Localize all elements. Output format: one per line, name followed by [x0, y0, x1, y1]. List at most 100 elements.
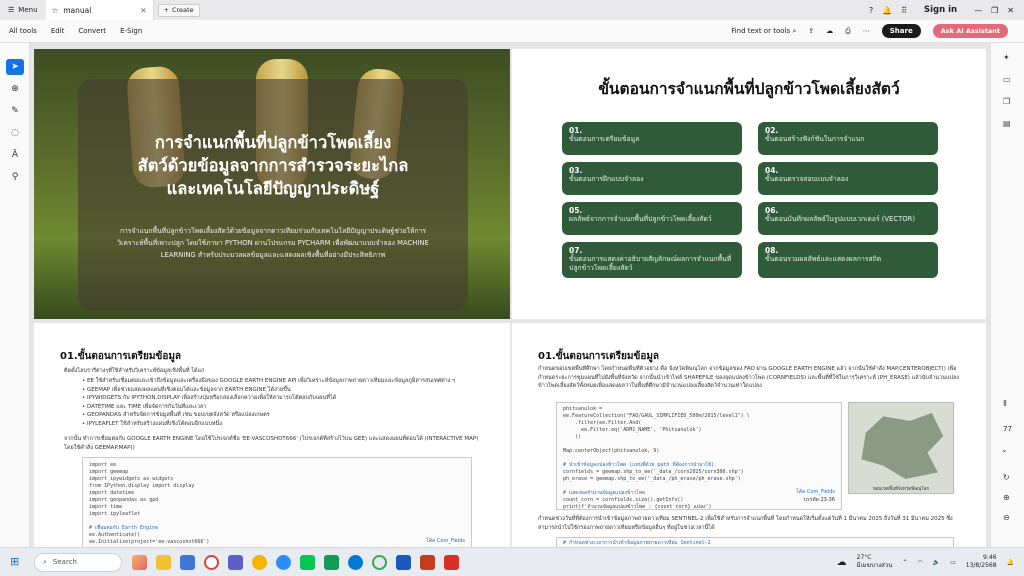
step-card: 02. ขั้นตอนสร้างฟังก์ชันในการจำแนก	[758, 122, 938, 155]
apps-grid-icon[interactable]: ⠿	[901, 6, 907, 15]
powerpoint-icon[interactable]	[420, 554, 435, 570]
pages-icon[interactable]: ▤	[1003, 119, 1011, 128]
step-text: ขั้นตอนสร้างฟังก์ชันในการจำแนก	[765, 135, 865, 143]
title-bar: ☰ Menu ☆ manual ✕ + Create ? 🔔 ⠿ Sign in…	[0, 0, 1024, 20]
tab-manual[interactable]: ☆ manual ✕	[45, 0, 154, 20]
taskbar-search[interactable]: ⌕ Search	[34, 552, 122, 572]
pen-icon[interactable]: ✎	[6, 103, 24, 119]
code-caption: โค้ด Com_Fields	[796, 489, 835, 495]
store-icon[interactable]	[180, 554, 195, 570]
hamburger-icon: ☰	[8, 6, 15, 14]
code-caption: โค้ด Com_Fields	[426, 538, 465, 544]
chrome-profile-icon[interactable]	[372, 554, 387, 570]
step-text: ขั้นตอนการเตรียมข้อมูล	[569, 135, 640, 143]
star-icon[interactable]: ☆	[52, 6, 59, 15]
acrobat-icon[interactable]	[444, 554, 459, 570]
document-canvas[interactable]: การจำแนกพื้นที่ปลูกข้าวโพดเลี้ยง สัตว์ด้…	[30, 43, 990, 547]
speaker-icon[interactable]: 🔈	[933, 559, 940, 566]
intro-text: ติดตั้งไลบรารีต่างๆที่ใช้สำหรับวิเคราะห์…	[64, 368, 205, 374]
menu-label: Menu	[18, 6, 38, 14]
close-window-icon[interactable]: ✕	[1007, 6, 1014, 15]
code-comment: # แสดงผลจำนวนข้อมูลแปลงข้าวโพด	[563, 490, 646, 496]
cover-slide: การจำแนกพื้นที่ปลูกข้าวโพดเลี้ยง สัตว์ด้…	[34, 49, 510, 319]
step-number: 07.	[569, 246, 583, 255]
print-icon[interactable]: ⎙	[845, 27, 851, 36]
text-box-icon[interactable]: Ā	[6, 147, 24, 163]
step-card: 05. ผลลัพธ์จากการจำแนกพื้นที่ปลูกข้าวโพดเ…	[562, 202, 742, 235]
zoom-icon[interactable]	[276, 554, 291, 570]
step-number: 01.	[569, 126, 583, 135]
upload-cloud-icon[interactable]: ☁	[826, 27, 833, 35]
list-item: • IPYWIDGETS กับ IPYTHON.DISPLAY เพื่อสร…	[82, 395, 337, 401]
teams-icon[interactable]	[228, 554, 243, 570]
menu-button[interactable]: ☰ Menu	[0, 0, 46, 20]
sign-in-button[interactable]: Sign in	[924, 5, 957, 15]
help-icon[interactable]: ?	[869, 6, 873, 15]
battery-icon[interactable]: ▭	[950, 559, 956, 566]
close-tab-icon[interactable]: ✕	[140, 6, 146, 15]
share-button[interactable]: Share	[881, 24, 921, 38]
step-text: ผลลัพธ์จากการจำแนกพื้นที่ปลูกข้าวโพดเลี้…	[569, 215, 712, 223]
widgets-app-icon[interactable]	[132, 554, 147, 570]
step-card: 07. ขั้นตอนการแสดงค่าอธิบายสัญลักษณ์ผลการ…	[562, 242, 742, 278]
minimize-icon[interactable]: —	[974, 6, 982, 15]
find-tools-button[interactable]: Find text or tools ⌕	[731, 27, 796, 36]
ask-ai-button[interactable]: Ask AI Assistant	[932, 24, 1008, 38]
pause-icon[interactable]: Ⅱ	[1003, 399, 1007, 408]
lasso-icon[interactable]: ◌	[6, 125, 24, 141]
code-text: phitsanulok = ee.FeatureCollection("FAO/…	[563, 406, 750, 454]
weather-widget[interactable]: 27°C มีเมฆบางส่วน	[857, 554, 893, 570]
toolbar-item-all-tools[interactable]: All tools	[9, 27, 37, 35]
save-icon[interactable]: ⇪	[808, 27, 814, 35]
chevron-up-icon[interactable]: ⌃	[902, 559, 907, 566]
search-icon: ⌕	[792, 26, 797, 35]
tab-title: manual	[63, 5, 92, 15]
step-card: 04. ขั้นตอนตรวจสอบแบบจำลอง	[758, 162, 938, 195]
map-caption: ขอบเขตพื้นที่จังหวัดพิษณุโลก	[872, 487, 930, 492]
code-text: count_corn = cornfields.size().getInfo()…	[563, 497, 712, 510]
zoom-in-icon[interactable]: ⊕	[1003, 493, 1010, 502]
list-item: • DATETIME และ TIME เพื่อจัดการกับวันที่…	[82, 403, 207, 410]
search-icon: ⌕	[43, 557, 47, 566]
ai-spark-icon[interactable]: ✦	[1003, 53, 1010, 62]
select-cursor-icon[interactable]: ➤	[6, 59, 24, 75]
toolbar-item-esign[interactable]: E-Sign	[120, 27, 142, 35]
wifi-icon[interactable]: ◠	[917, 559, 922, 566]
zoom-out-icon[interactable]: ⊖	[1003, 513, 1010, 522]
more-icon[interactable]: ⋯	[863, 27, 870, 35]
line-icon[interactable]	[300, 554, 315, 570]
zoom-comment-icon[interactable]: ⊕	[6, 81, 24, 97]
system-clock[interactable]: 9:46 13/8/2568	[966, 554, 997, 570]
notification-icon[interactable]: 🔔	[1007, 559, 1014, 566]
step-text: ขั้นตอนตรวจสอบแบบจำลอง	[765, 175, 849, 183]
step-number: 02.	[765, 126, 779, 135]
bell-icon[interactable]: 🔔	[882, 6, 892, 15]
comment-icon[interactable]: ▭	[1003, 75, 1011, 84]
page-down-icon[interactable]: ⌄	[1001, 445, 1008, 454]
file-explorer-icon[interactable]	[156, 554, 171, 570]
app-icon[interactable]	[252, 554, 267, 570]
chrome-icon[interactable]	[204, 554, 219, 570]
word-icon[interactable]	[396, 554, 411, 570]
step-text: ขั้นตอนการฝึกแบบจำลอง	[569, 175, 644, 183]
list-item-text: DATETIME และ TIME เพื่อจัดการกับวันที่แล…	[87, 403, 207, 410]
app-icon[interactable]	[324, 554, 339, 570]
steps-slide: ขั้นตอนการจำแนกพื้นที่ปลูกข้าวโพดเลี้ยงส…	[512, 49, 986, 319]
toolbar-item-edit[interactable]: Edit	[51, 27, 65, 35]
toolbar-item-convert[interactable]: Convert	[78, 27, 106, 35]
step-text: ขั้นตอนบันทึกผลลัพธ์ในรูปแบบเวกเตอร์ (VE…	[765, 215, 915, 223]
restore-icon[interactable]: ❐	[991, 6, 998, 15]
step-number: 06.	[765, 206, 779, 215]
code-comment: # นำเข้าข้อมูลแปลงข้าวโพด (แทนที่ด้วย pa…	[563, 462, 715, 468]
edge-icon[interactable]	[348, 554, 363, 570]
list-item: • IPYLEAFLET ใช้สำหรับสร้างแผนที่เชิงโต้…	[82, 420, 222, 427]
windows-start-icon[interactable]: ⊞	[10, 555, 19, 568]
page-number: 77	[1003, 425, 1012, 433]
stamp-icon[interactable]: ⚲	[6, 169, 24, 185]
province-map: ขอบเขตพื้นที่จังหวัดพิษณุโลก	[848, 402, 954, 494]
code-text: ee.Authenticate() ee.Initialize(project=…	[89, 532, 210, 545]
bookmark-icon[interactable]: ❐	[1003, 97, 1010, 106]
list-item-text: GEEMAP เพื่อช่วยแสดงผลแผนที่เชิงตอบโต้แล…	[87, 386, 291, 393]
create-button[interactable]: + Create	[157, 3, 200, 17]
refresh-icon[interactable]: ↻	[1003, 473, 1010, 482]
